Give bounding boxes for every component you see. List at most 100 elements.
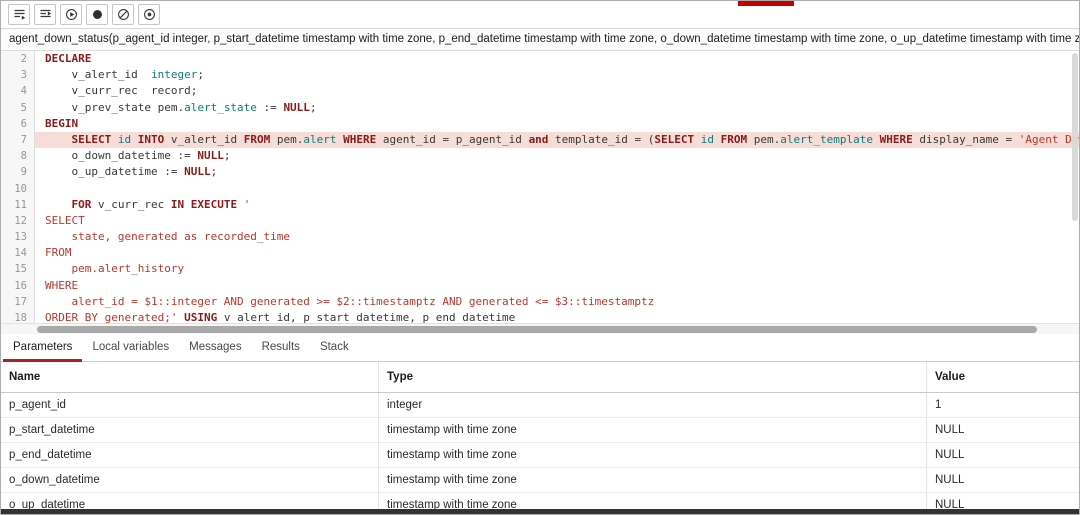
code-line[interactable]: 15 pem.alert_history xyxy=(1,261,1079,277)
code-token: pem. xyxy=(270,133,303,146)
code-token: id xyxy=(701,133,714,146)
code-line[interactable]: 16WHERE xyxy=(1,278,1079,294)
cell-value[interactable]: NULL xyxy=(927,468,1079,492)
clear-breakpoints-icon xyxy=(117,8,130,21)
code-text: FOR v_curr_rec IN EXECUTE ' xyxy=(35,197,1079,213)
step-over-icon xyxy=(39,8,52,21)
code-token: agent_id = p_agent_id xyxy=(376,133,528,146)
code-line[interactable]: 18ORDER BY generated;' USING v_alert_id,… xyxy=(1,310,1079,323)
line-number[interactable]: 13 xyxy=(1,229,35,245)
code-token: NULL xyxy=(283,101,310,114)
code-token: id xyxy=(118,133,131,146)
column-header-name[interactable]: Name xyxy=(1,362,379,392)
line-number[interactable]: 2 xyxy=(1,51,35,67)
code-line[interactable]: 4 v_curr_rec record; xyxy=(1,83,1079,99)
line-number[interactable]: 7 xyxy=(1,132,35,148)
code-token: and xyxy=(529,133,549,146)
editor-horizontal-scrollbar[interactable] xyxy=(1,323,1079,334)
code-line[interactable]: 17 alert_id = $1::integer AND generated … xyxy=(1,294,1079,310)
code-line[interactable]: 5 v_prev_state pem.alert_state := NULL; xyxy=(1,100,1079,116)
line-number[interactable]: 9 xyxy=(1,164,35,180)
step-over-button[interactable] xyxy=(34,4,56,25)
code-token: pem.alert_history xyxy=(45,262,184,275)
step-into-button[interactable] xyxy=(8,4,30,25)
stop-button[interactable] xyxy=(86,4,108,25)
code-line[interactable]: 14FROM xyxy=(1,245,1079,261)
cell-name: o_down_datetime xyxy=(1,468,379,492)
code-token: integer xyxy=(151,68,197,81)
code-token: alert xyxy=(303,133,336,146)
code-line[interactable]: 8 o_down_datetime := NULL; xyxy=(1,148,1079,164)
code-token: v_alert_id xyxy=(164,133,243,146)
horizontal-scrollbar-thumb[interactable] xyxy=(37,326,1037,333)
continue-button[interactable] xyxy=(60,4,82,25)
code-token: := xyxy=(257,101,284,114)
code-line[interactable]: 9 o_up_datetime := NULL; xyxy=(1,164,1079,180)
vertical-scrollbar-thumb[interactable] xyxy=(1072,53,1078,221)
cell-value[interactable]: 1 xyxy=(927,393,1079,417)
debugger-tabs: ParametersLocal variablesMessagesResults… xyxy=(1,334,1079,362)
line-number[interactable]: 11 xyxy=(1,197,35,213)
cell-value[interactable]: NULL xyxy=(927,443,1079,467)
code-line-current[interactable]: 7 SELECT id INTO v_alert_id FROM pem.ale… xyxy=(1,132,1079,148)
code-line[interactable]: 13 state, generated as recorded_time xyxy=(1,229,1079,245)
code-token: WHERE xyxy=(880,133,913,146)
cell-name: p_end_datetime xyxy=(1,443,379,467)
line-number[interactable]: 15 xyxy=(1,261,35,277)
code-text: o_up_datetime := NULL; xyxy=(35,164,1079,180)
code-token xyxy=(45,133,72,146)
code-token: o_up_datetime := xyxy=(45,165,184,178)
line-number[interactable]: 5 xyxy=(1,100,35,116)
tab-parameters[interactable]: Parameters xyxy=(3,334,82,362)
line-number[interactable]: 4 xyxy=(1,83,35,99)
column-header-value[interactable]: Value xyxy=(927,362,1079,392)
cell-type: integer xyxy=(379,393,927,417)
code-line[interactable]: 10 xyxy=(1,181,1079,197)
line-number[interactable]: 18 xyxy=(1,310,35,323)
code-text: v_curr_rec record; xyxy=(35,83,1079,99)
cell-value[interactable]: NULL xyxy=(927,418,1079,442)
editor-vertical-scrollbar[interactable] xyxy=(1071,51,1079,323)
line-number[interactable]: 17 xyxy=(1,294,35,310)
tab-results[interactable]: Results xyxy=(252,334,310,362)
code-text: v_alert_id integer; xyxy=(35,67,1079,83)
debugger-window: agent_down_status(p_agent_id integer, p_… xyxy=(0,0,1080,515)
code-token: FROM xyxy=(244,133,271,146)
line-number[interactable]: 14 xyxy=(1,245,35,261)
code-line[interactable]: 6 BEGIN xyxy=(1,116,1079,132)
clear-all-breakpoints-button[interactable] xyxy=(112,4,134,25)
code-text xyxy=(35,181,1079,197)
code-token: SELECT xyxy=(654,133,694,146)
line-number[interactable]: 8 xyxy=(1,148,35,164)
code-token: EXECUTE xyxy=(191,198,237,211)
code-line[interactable]: 3 v_alert_id integer; xyxy=(1,67,1079,83)
code-editor[interactable]: 2DECLARE3 v_alert_id integer;4 v_curr_re… xyxy=(1,51,1079,334)
step-into-icon xyxy=(13,8,26,21)
code-token: alert_template xyxy=(780,133,873,146)
column-header-type[interactable]: Type xyxy=(379,362,927,392)
code-token xyxy=(694,133,701,146)
tab-local-variables[interactable]: Local variables xyxy=(82,334,179,362)
line-number[interactable]: 10 xyxy=(1,181,35,197)
tab-stack[interactable]: Stack xyxy=(310,334,359,362)
code-token: BEGIN xyxy=(45,117,78,130)
line-number[interactable]: 6 xyxy=(1,116,35,132)
code-token: template_id = ( xyxy=(548,133,654,146)
code-text: ORDER BY generated;' USING v_alert_id, p… xyxy=(35,310,1079,323)
function-signature: agent_down_status(p_agent_id integer, p_… xyxy=(1,29,1079,51)
code-text: BEGIN xyxy=(35,116,1079,132)
code-token: FOR xyxy=(72,198,92,211)
code-line[interactable]: 12SELECT xyxy=(1,213,1079,229)
code-token: SELECT xyxy=(72,133,112,146)
tab-messages[interactable]: Messages xyxy=(179,334,251,362)
code-token xyxy=(111,133,118,146)
line-number[interactable]: 16 xyxy=(1,278,35,294)
code-token: ORDER BY generated;' xyxy=(45,311,177,323)
line-number[interactable]: 12 xyxy=(1,213,35,229)
code-line[interactable]: 11 FOR v_curr_rec IN EXECUTE ' xyxy=(1,197,1079,213)
toggle-breakpoint-button[interactable] xyxy=(138,4,160,25)
code-editor-lines: 2DECLARE3 v_alert_id integer;4 v_curr_re… xyxy=(1,51,1079,323)
line-number[interactable]: 3 xyxy=(1,67,35,83)
code-line[interactable]: 2DECLARE xyxy=(1,51,1079,67)
code-token: ; xyxy=(310,101,317,114)
